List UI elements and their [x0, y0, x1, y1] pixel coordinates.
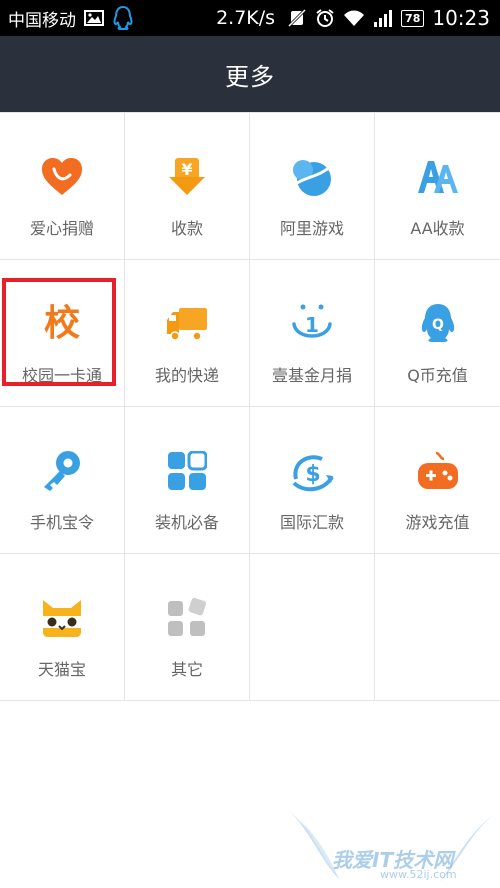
title-bar: 更多: [0, 36, 500, 112]
grid-item-label: 手机宝令: [29, 513, 94, 532]
grid-item-label: 爱心捐赠: [29, 219, 94, 238]
wifi-icon: [343, 9, 365, 27]
grid-item-phone-token[interactable]: 手机宝令: [0, 407, 125, 554]
grid-item-label: 装机必备: [154, 513, 219, 532]
dollar-sign-glyph: $: [305, 462, 320, 487]
key-token-icon: [40, 449, 84, 493]
intl-remit-icon: $: [290, 449, 334, 493]
grid-item-label: 阿里游戏: [279, 219, 344, 238]
network-speed: 2.7K/s: [216, 7, 276, 29]
grid-item-aa-collect[interactable]: AA收款: [375, 113, 500, 260]
tmall-bao-icon: [40, 596, 84, 640]
grid-item-my-delivery[interactable]: 我的快递: [125, 260, 250, 407]
grid-item-label: 国际汇款: [279, 513, 344, 532]
page-title: 更多: [225, 62, 275, 91]
feature-grid: 爱心捐赠 ¥ 收款 阿里游戏 AA收款 校 校园一卡通 我的快递 1 壹基金月捐…: [0, 112, 500, 701]
grid-item-label: Q币充值: [407, 366, 468, 385]
watermark-url: www.52ij.com: [380, 868, 457, 881]
ali-game-icon: [290, 155, 334, 199]
delivery-truck-icon: [165, 302, 209, 346]
qq-coin-icon: Q: [416, 302, 460, 346]
grid-item-charity-donation[interactable]: 爱心捐赠: [0, 113, 125, 260]
grid-item-others[interactable]: 其它: [125, 554, 250, 701]
svg-text:¥: ¥: [181, 160, 192, 179]
grid-item-intl-remittance[interactable]: $ 国际汇款: [250, 407, 375, 554]
status-bar: 中国移动 2.7K/s 78 10:23: [0, 0, 500, 36]
watermark: 我爱IT技术网 www.52ij.com: [280, 800, 500, 888]
alarm-clock-icon: [315, 8, 335, 28]
qq-coin-letter: Q: [432, 317, 444, 333]
grid-item-qq-coin[interactable]: Q Q币充值: [375, 260, 500, 407]
grid-item-receive-money[interactable]: ¥ 收款: [125, 113, 250, 260]
grid-empty-cell: [375, 554, 500, 701]
grid-item-label: 其它: [170, 660, 203, 679]
carrier-name: 中国移动: [8, 10, 76, 31]
grid-item-campus-card[interactable]: 校 校园一卡通: [0, 260, 125, 407]
one-foundation-digit: 1: [305, 313, 319, 337]
grid-item-label: 校园一卡通: [21, 366, 102, 385]
grid-item-tmall-bao[interactable]: 天猫宝: [0, 554, 125, 701]
watermark-text: 我爱IT技术网: [332, 848, 454, 872]
grid-item-one-foundation[interactable]: 1 壹基金月捐: [250, 260, 375, 407]
grid-item-label: 天猫宝: [37, 660, 86, 679]
one-foundation-icon: 1: [290, 302, 334, 346]
grid-item-app-essentials[interactable]: 装机必备: [125, 407, 250, 554]
qq-penguin-icon: [112, 5, 134, 31]
signal-strength-icon: [373, 9, 393, 27]
image-notification-icon: [84, 10, 104, 26]
grid-item-label: 游戏充值: [405, 513, 470, 532]
app-essentials-icon: [165, 449, 209, 493]
aa-collect-icon: [416, 155, 460, 199]
battery-level: 78: [401, 9, 425, 27]
grid-item-label: AA收款: [410, 219, 465, 238]
heart-donate-icon: [40, 155, 84, 199]
wing-logo-icon: [288, 810, 494, 882]
grid-item-game-recharge[interactable]: 游戏充值: [375, 407, 500, 554]
grid-item-label: 收款: [170, 219, 203, 238]
grid-item-ali-game[interactable]: 阿里游戏: [250, 113, 375, 260]
yuan-receive-icon: ¥: [165, 155, 209, 199]
clock-time: 10:23: [432, 6, 490, 30]
grid-empty-cell: [250, 554, 375, 701]
campus-card-glyph: 校: [43, 303, 80, 344]
grid-item-label: 我的快递: [154, 366, 219, 385]
campus-card-icon: 校: [40, 302, 84, 346]
silent-mode-icon: [287, 8, 307, 28]
others-icon: [165, 596, 209, 640]
gamepad-icon: [416, 449, 460, 493]
grid-item-label: 壹基金月捐: [271, 366, 352, 385]
